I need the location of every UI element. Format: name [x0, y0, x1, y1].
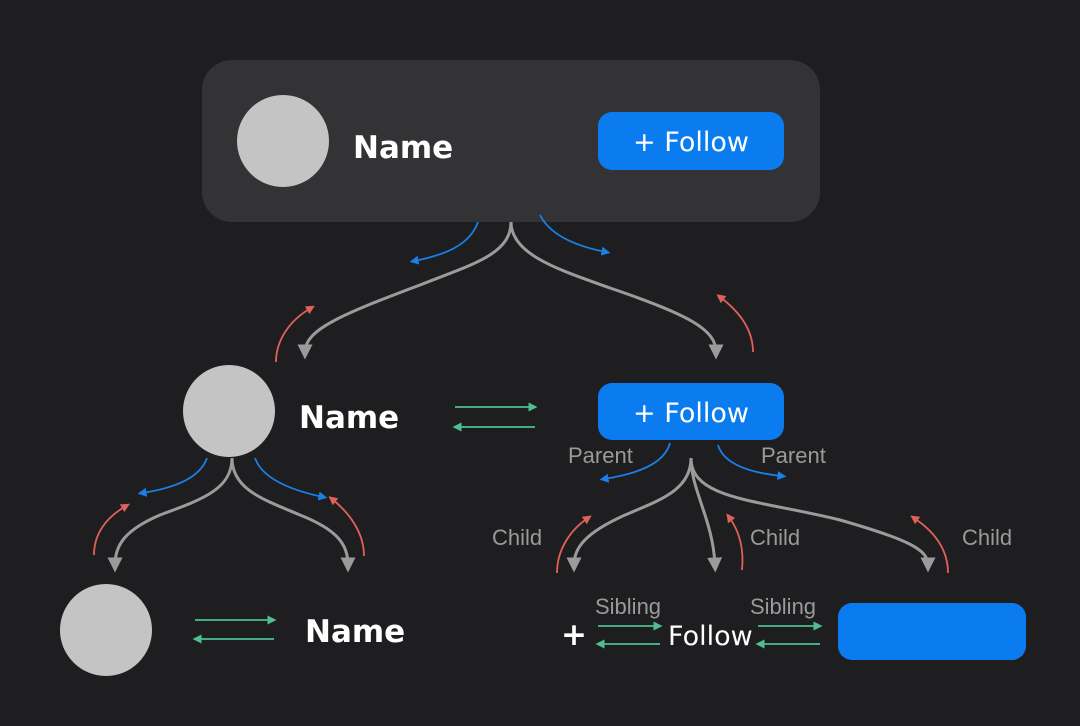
- tree-edge: [107, 457, 234, 573]
- plus-icon: +: [561, 617, 587, 653]
- view-hierarchy-diagram: Name + Follow Name + Follow Parent Paren…: [60, 60, 1026, 676]
- parent-label: Parent: [568, 443, 633, 468]
- level2-follow-label: + Follow: [633, 398, 749, 429]
- card-follow-button[interactable]: + Follow: [598, 112, 784, 170]
- button-background: [838, 603, 1026, 660]
- level2-follow-button[interactable]: + Follow: [598, 383, 784, 440]
- card-follow-label: + Follow: [633, 127, 749, 158]
- child-arrow: [328, 496, 365, 557]
- avatar: [60, 584, 152, 676]
- child-arrow: [716, 294, 754, 353]
- sibling-label: Sibling: [750, 594, 816, 619]
- tree-edge-right: [509, 221, 724, 360]
- tree-edge: [689, 457, 936, 573]
- child-arrow: [910, 515, 949, 574]
- parent-arrow: [137, 457, 208, 497]
- tree-edge: [230, 457, 356, 573]
- card-name: Name: [353, 130, 453, 166]
- child-label: Child: [962, 525, 1012, 550]
- sibling-label: Sibling: [595, 594, 661, 619]
- follow-text: Follow: [668, 621, 753, 652]
- child-label: Child: [750, 525, 800, 550]
- parent-arrow: [254, 457, 328, 501]
- child-arrow: [275, 305, 315, 363]
- tree-edge-left: [297, 221, 513, 360]
- level3-name: Name: [305, 614, 405, 650]
- avatar: [183, 365, 275, 457]
- tree-edge: [566, 457, 693, 573]
- child-label: Child: [492, 525, 542, 550]
- avatar: [237, 95, 329, 187]
- level2-name: Name: [299, 400, 399, 436]
- child-arrow: [556, 515, 592, 574]
- parent-label: Parent: [761, 443, 826, 468]
- child-arrow: [93, 503, 130, 556]
- child-arrow: [726, 513, 744, 571]
- parent-arrow: [409, 221, 479, 265]
